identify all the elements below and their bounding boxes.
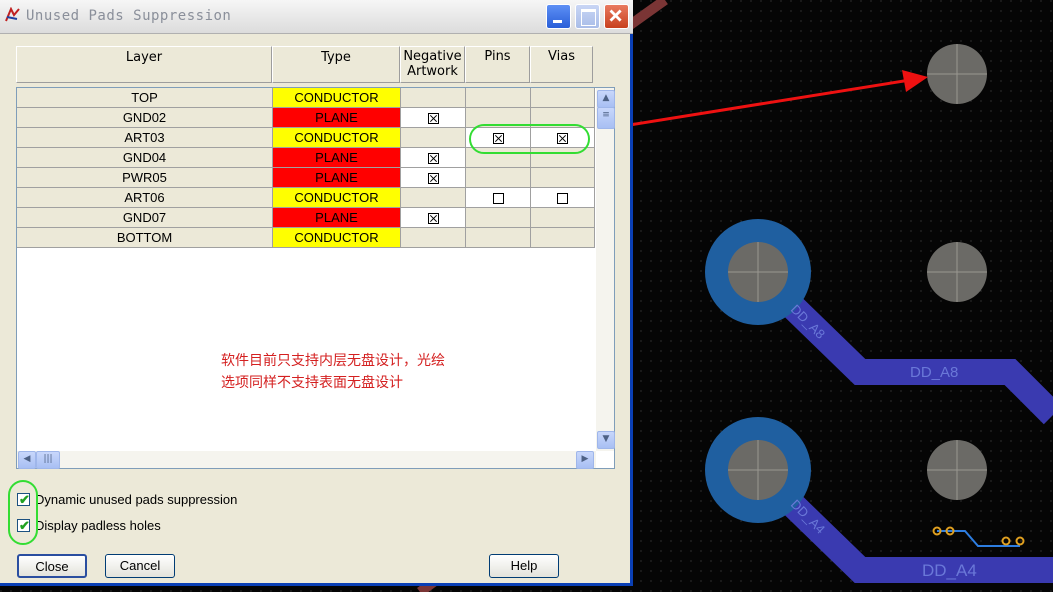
annotation-text: 软件目前只支持内层无盘设计，光绘 选项同样不支持表面无盘设计 bbox=[221, 350, 445, 394]
vertical-scrollbar[interactable]: ▲ ≡ ▼ bbox=[596, 88, 615, 451]
negative-checkbox[interactable] bbox=[427, 153, 439, 165]
annotation-line-2: 选项同样不支持表面无盘设计 bbox=[221, 375, 403, 391]
type-cell[interactable]: PLANE bbox=[273, 168, 401, 188]
horizontal-scrollbar[interactable]: ◀ ||| ▶ bbox=[17, 451, 596, 469]
table-row[interactable]: BOTTOM CONDUCTOR bbox=[17, 228, 595, 248]
net-label-a4: DD_A4 bbox=[922, 561, 977, 580]
maximize-button[interactable] bbox=[575, 4, 600, 29]
negative-cell[interactable] bbox=[401, 128, 466, 148]
table-row[interactable]: TOP CONDUCTOR bbox=[17, 88, 595, 108]
column-type[interactable]: Type bbox=[272, 46, 400, 83]
pins-cell[interactable] bbox=[466, 188, 531, 208]
vias-checkbox[interactable] bbox=[557, 193, 568, 205]
close-button[interactable]: Close bbox=[17, 554, 87, 578]
vias-cell[interactable] bbox=[531, 168, 595, 188]
close-window-button[interactable] bbox=[604, 4, 629, 29]
type-cell[interactable]: CONDUCTOR bbox=[273, 228, 401, 248]
net-label-a8: DD_A8 bbox=[910, 364, 958, 381]
column-header: Layer Type Negative Artwork Pins Vias bbox=[16, 46, 596, 84]
column-layer-label: Layer bbox=[125, 50, 163, 65]
layer-cell[interactable]: TOP bbox=[17, 88, 273, 108]
table-row[interactable]: ART06 CONDUCTOR bbox=[17, 188, 595, 208]
column-negative-artwork[interactable]: Negative Artwork bbox=[400, 46, 465, 83]
layer-cell[interactable]: GND07 bbox=[17, 208, 273, 228]
padless-holes-label: Display padless holes bbox=[35, 518, 161, 533]
column-type-label: Type bbox=[321, 50, 351, 65]
vias-cell[interactable] bbox=[531, 208, 595, 228]
app-icon bbox=[5, 7, 20, 22]
negative-checkbox[interactable] bbox=[427, 213, 439, 225]
column-negative-label-1: Negative bbox=[403, 49, 462, 64]
table-row[interactable]: PWR05 PLANE bbox=[17, 168, 595, 188]
pins-cell[interactable] bbox=[466, 168, 531, 188]
maximize-icon bbox=[581, 9, 596, 26]
negative-cell[interactable] bbox=[401, 208, 466, 228]
minimize-icon bbox=[553, 20, 562, 23]
window-title: Unused Pads Suppression bbox=[26, 8, 232, 24]
vias-cell[interactable] bbox=[531, 228, 595, 248]
layer-cell[interactable]: ART06 bbox=[17, 188, 273, 208]
pins-cell[interactable] bbox=[466, 88, 531, 108]
title-bar[interactable]: Unused Pads Suppression bbox=[0, 0, 633, 34]
type-cell[interactable]: PLANE bbox=[273, 108, 401, 128]
pins-checkbox[interactable] bbox=[492, 193, 504, 205]
column-vias-label: Vias bbox=[548, 49, 575, 64]
negative-cell[interactable] bbox=[401, 88, 466, 108]
layer-cell[interactable]: GND04 bbox=[17, 148, 273, 168]
help-button[interactable]: Help bbox=[489, 554, 559, 578]
scroll-left-button[interactable]: ◀ bbox=[18, 451, 36, 469]
column-layer[interactable]: Layer bbox=[16, 46, 272, 83]
column-vias[interactable]: Vias bbox=[530, 46, 593, 83]
negative-cell[interactable] bbox=[401, 108, 466, 128]
highlight-ring-pins-vias bbox=[469, 124, 590, 154]
annotation-line-1: 软件目前只支持内层无盘设计，光绘 bbox=[221, 353, 445, 369]
layer-cell[interactable]: BOTTOM bbox=[17, 228, 273, 248]
vias-cell[interactable] bbox=[531, 88, 595, 108]
layer-cell[interactable]: GND02 bbox=[17, 108, 273, 128]
pins-cell[interactable] bbox=[466, 208, 531, 228]
negative-checkbox[interactable] bbox=[427, 113, 439, 125]
scroll-right-button[interactable]: ▶ bbox=[576, 451, 594, 469]
close-icon bbox=[609, 9, 622, 22]
dynamic-suppression-label: Dynamic unused pads suppression bbox=[35, 492, 238, 507]
column-pins-label: Pins bbox=[484, 49, 511, 64]
type-cell[interactable]: CONDUCTOR bbox=[273, 88, 401, 108]
cancel-button[interactable]: Cancel bbox=[105, 554, 175, 578]
type-cell[interactable]: PLANE bbox=[273, 148, 401, 168]
type-cell[interactable]: PLANE bbox=[273, 208, 401, 228]
column-pins[interactable]: Pins bbox=[465, 46, 530, 83]
layer-cell[interactable]: PWR05 bbox=[17, 168, 273, 188]
scroll-thumb[interactable]: ≡ bbox=[597, 107, 615, 129]
column-negative-label-2: Artwork bbox=[407, 64, 458, 79]
negative-cell[interactable] bbox=[401, 168, 466, 188]
minimize-button[interactable] bbox=[546, 4, 571, 29]
negative-checkbox[interactable] bbox=[427, 173, 439, 185]
negative-cell[interactable] bbox=[401, 148, 466, 168]
pins-cell[interactable] bbox=[466, 228, 531, 248]
type-cell[interactable]: CONDUCTOR bbox=[273, 128, 401, 148]
highlight-ring-options bbox=[8, 480, 38, 545]
table-row[interactable]: GND07 PLANE bbox=[17, 208, 595, 228]
scroll-up-button[interactable]: ▲ bbox=[597, 90, 615, 108]
negative-cell[interactable] bbox=[401, 188, 466, 208]
unused-pads-dialog: Unused Pads Suppression Layer Type Negat… bbox=[0, 0, 633, 586]
type-cell[interactable]: CONDUCTOR bbox=[273, 188, 401, 208]
negative-cell[interactable] bbox=[401, 228, 466, 248]
vias-cell[interactable] bbox=[531, 188, 595, 208]
scroll-down-button[interactable]: ▼ bbox=[597, 431, 615, 449]
layer-cell[interactable]: ART03 bbox=[17, 128, 273, 148]
hscroll-thumb[interactable]: ||| bbox=[36, 451, 60, 469]
